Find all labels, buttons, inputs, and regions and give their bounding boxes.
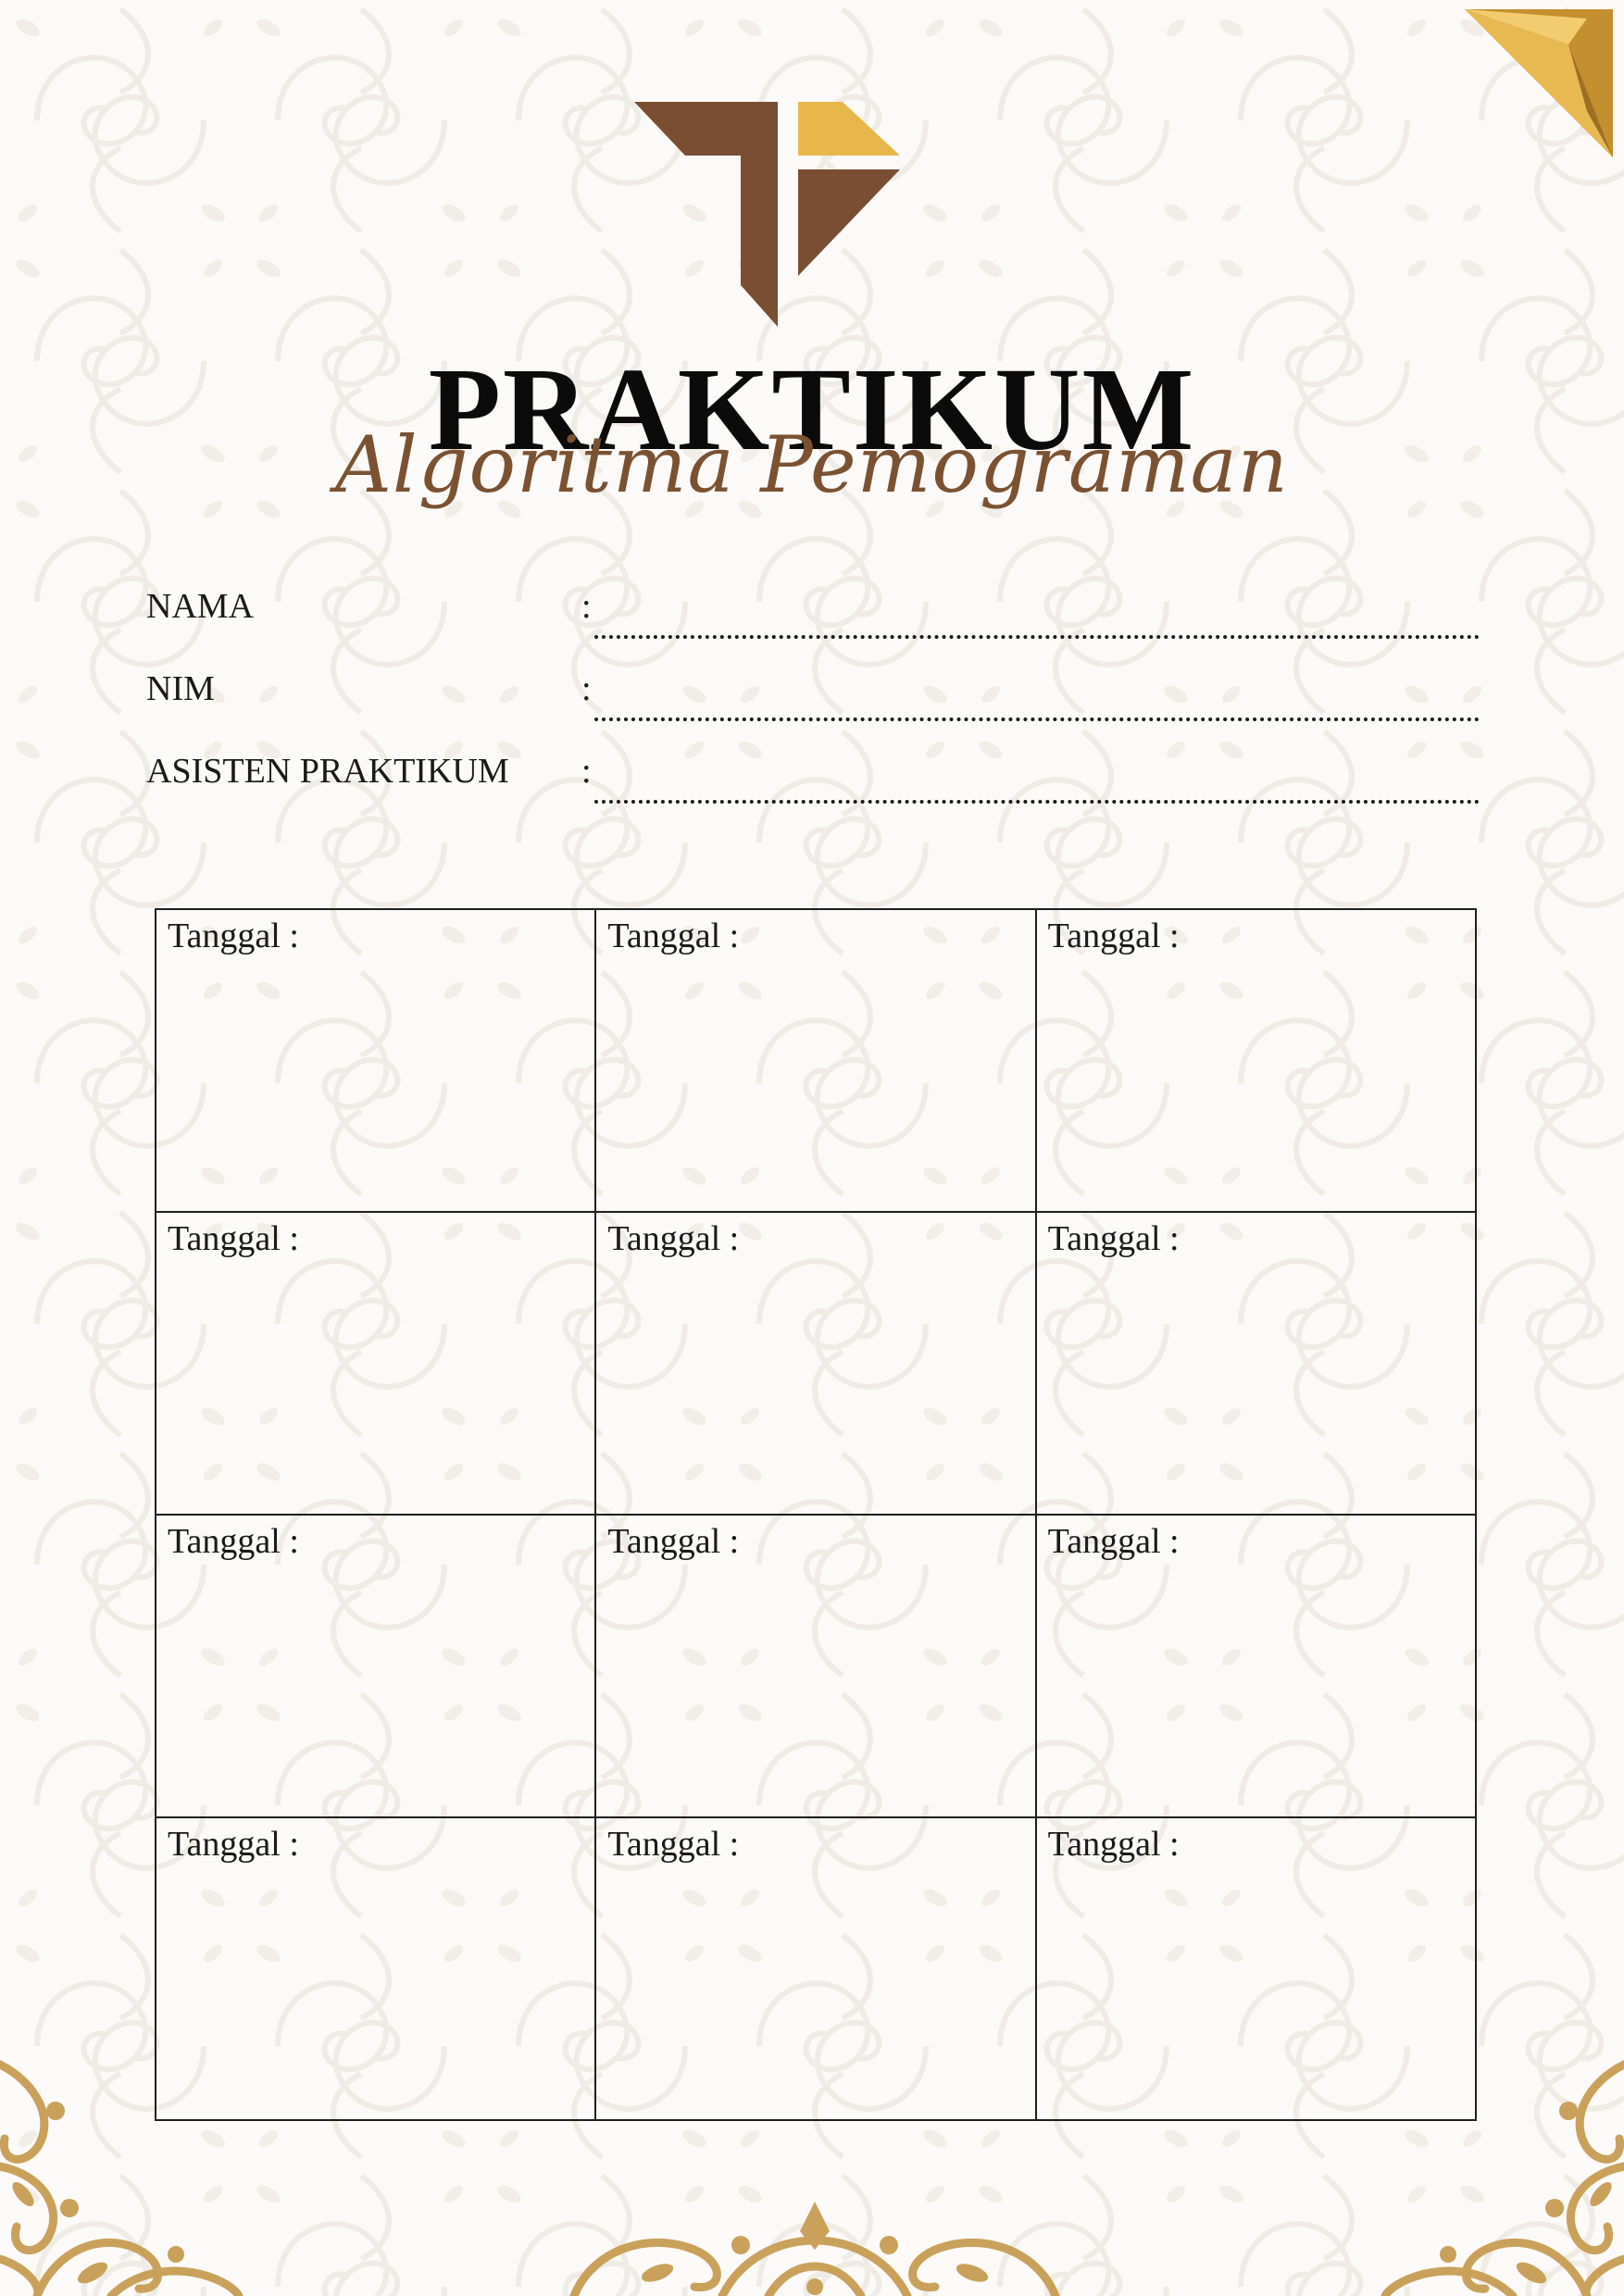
grid-cell[interactable]: Tanggal : — [1034, 1514, 1478, 1818]
grid-cell[interactable]: Tanggal : — [154, 908, 597, 1213]
grid-cell[interactable]: Tanggal : — [1034, 908, 1478, 1213]
nama-entry-line[interactable] — [594, 598, 1480, 639]
grid-cell[interactable]: Tanggal : — [594, 1211, 1037, 1516]
date-label: Tanggal : — [1047, 1825, 1180, 1864]
grid-row: Tanggal : Tanggal : Tanggal : — [154, 1211, 1478, 1516]
page-subtitle: Algoritma Pemograman — [335, 419, 1289, 510]
gold-scroll-ornament-icon — [569, 2202, 1060, 2296]
field-nim: NIM : — [146, 656, 1480, 739]
date-label: Tanggal : — [607, 1825, 740, 1864]
date-label: Tanggal : — [1047, 917, 1180, 955]
date-label: Tanggal : — [168, 1522, 299, 1561]
gold-scroll-ornament-icon — [1380, 2060, 1624, 2296]
praktikum-logo-icon — [634, 102, 900, 327]
date-label: Tanggal : — [607, 1522, 740, 1561]
grid-row: Tanggal : Tanggal : Tanggal : — [154, 1514, 1478, 1818]
grid-cell[interactable]: Tanggal : — [594, 908, 1037, 1213]
grid-cell[interactable]: Tanggal : — [154, 1514, 597, 1818]
date-label: Tanggal : — [1047, 1219, 1180, 1258]
corner-fold-icon — [1465, 9, 1613, 157]
grid-row: Tanggal : Tanggal : Tanggal : — [154, 1816, 1478, 2121]
grid-cell[interactable]: Tanggal : — [594, 1514, 1037, 1818]
nim-entry-line[interactable] — [594, 680, 1480, 721]
field-nama: NAMA : — [146, 574, 1480, 656]
date-label: Tanggal : — [168, 1825, 299, 1864]
grid-cell[interactable]: Tanggal : — [594, 1816, 1037, 2121]
worksheet-page: PRAKTIKUM Algoritma Pemograman NAMA : NI… — [0, 0, 1624, 2296]
field-label: NIM — [146, 669, 215, 708]
gold-scroll-ornament-icon — [0, 2060, 244, 2296]
identity-fields: NAMA : NIM : ASISTEN PRAKTIKUM : — [146, 574, 1480, 821]
field-separator: : — [581, 752, 592, 791]
asisten-entry-line[interactable] — [594, 763, 1480, 804]
date-label: Tanggal : — [607, 1219, 740, 1258]
date-label: Tanggal : — [168, 1219, 299, 1258]
grid-row: Tanggal : Tanggal : Tanggal : — [154, 908, 1478, 1213]
field-separator: : — [581, 669, 592, 708]
grid-cell[interactable]: Tanggal : — [154, 1211, 597, 1516]
date-label: Tanggal : — [168, 917, 299, 955]
field-asisten-praktikum: ASISTEN PRAKTIKUM : — [146, 739, 1480, 821]
field-separator: : — [581, 587, 592, 626]
field-label: ASISTEN PRAKTIKUM — [146, 752, 509, 791]
attendance-grid: Tanggal : Tanggal : Tanggal : Tanggal : … — [154, 908, 1478, 2121]
grid-cell[interactable]: Tanggal : — [1034, 1211, 1478, 1516]
field-label: NAMA — [146, 587, 255, 626]
date-label: Tanggal : — [1047, 1522, 1180, 1561]
date-label: Tanggal : — [607, 917, 740, 955]
